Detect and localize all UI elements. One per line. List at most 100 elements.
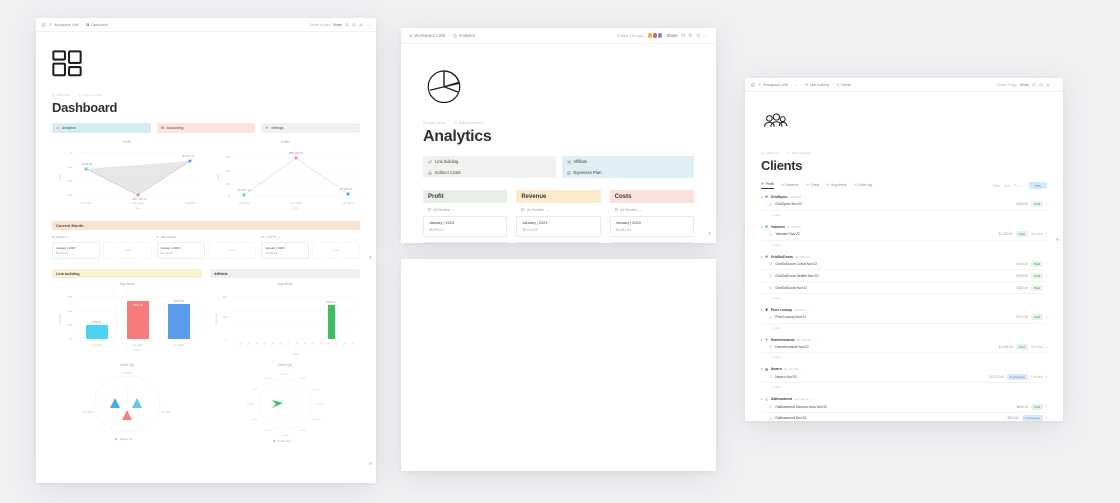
add-comment-button[interactable]: Add comment [454,120,483,125]
tab-revenue[interactable]: Revenue [780,183,799,189]
share-button[interactable]: Share [1020,83,1029,87]
add-comment-button[interactable]: Add comment [78,93,102,97]
link-link-building[interactable]: Link building [423,156,556,167]
breadcrumb-page[interactable]: Dashboard [86,23,108,27]
share-button[interactable]: Share [333,23,342,27]
link-affiliate[interactable]: Affiliate [561,156,694,167]
add-comment-button[interactable]: Add comment [787,151,811,155]
current-month-filter[interactable]: REVENUE ⌄ [156,235,256,239]
column-filter[interactable]: All Months ⌄ [516,203,600,216]
star-icon[interactable] [1046,82,1050,87]
chip-analytics[interactable]: Analytics [52,123,151,133]
add-row-button[interactable]: + New [761,353,1047,361]
column-filter[interactable]: All Months ⌄ [610,203,694,216]
scroll-indicator[interactable] [1056,238,1059,241]
breadcrumb-page[interactable]: Clients [836,83,851,87]
collaborator-avatars[interactable] [646,32,664,39]
table-card[interactable]: December | 2022 -$87,460.51 [423,242,508,243]
add-cover-button[interactable]: Add cover [52,93,70,97]
sidebar-toggle-icon[interactable] [751,82,755,87]
tab-order-qty[interactable]: Order qty [853,183,872,189]
table-card[interactable]: December | 2022 $1,730.21 [516,242,601,243]
avatar[interactable] [656,32,664,39]
share-button[interactable]: Share [666,33,677,38]
current-month-filter[interactable]: COSTS ⌄ [261,235,360,239]
table-row[interactable]: Gallivanbend Nov'22 $514.50 In progress … [761,413,1047,421]
breadcrumb-page[interactable]: Analytics [453,33,475,38]
add-row-button[interactable]: + New [761,294,1047,302]
chip-settings[interactable]: Settings [261,123,361,133]
row-name: GridSolDoors Nov'22 [775,285,807,290]
table-row[interactable]: Gallivanbend Gannon Auto Nov'22 $668.10 … [761,401,1047,414]
table-row[interactable]: GridSpero Nov'22 $400.00 Paid ! [761,199,1047,211]
scroll-indicator[interactable] [707,231,711,235]
current-month-grid: PROFIT ⌄ January | 2023 $5,873.11 + New [52,235,360,259]
tab-avg-check[interactable]: Avg check [826,183,847,189]
more-icon[interactable] [1021,184,1025,187]
x-tick: mar [255,341,260,346]
clock-icon[interactable] [352,22,356,27]
more-icon[interactable] [1053,83,1057,87]
comment-icon[interactable] [681,33,686,38]
sort-button[interactable]: Sort [1004,184,1010,188]
add-row-button[interactable]: + New [761,383,1047,391]
table-card[interactable]: January | 2023 $9,134.15 [516,216,601,237]
table-row[interactable]: GridSolDoors Nov'22 $380.00 Paid ! [761,282,1047,294]
add-row-button[interactable]: + New [761,241,1047,249]
table-card[interactable]: January | 2023 $3,261.04 [609,216,694,237]
chip-accounting[interactable]: Accounting [156,123,256,133]
comment-icon[interactable] [345,23,349,27]
current-month-add-card[interactable]: + New [207,242,256,259]
table-card[interactable]: December | 2022 $88,192.51 [609,242,694,243]
more-icon[interactable] [366,23,370,27]
current-month-card[interactable]: January | 2023 $3,261.04 [261,242,310,259]
clock-icon[interactable] [1039,82,1043,87]
more-icon[interactable] [703,33,708,38]
filter-button[interactable]: Filter [993,184,1000,188]
dashboard-window: Workspace LINK / Dashboard Edited 4h ago… [36,18,376,483]
column-filter[interactable]: All Months ⌄ [423,203,507,216]
add-cover-button[interactable]: Add cover [761,151,779,155]
add-label: + New [227,249,236,252]
search-icon[interactable] [1014,184,1017,187]
link-expenses-plan[interactable]: Expenses Plan [561,167,694,178]
add-row-button[interactable]: + New [761,324,1047,332]
table-row[interactable]: Yabosen Nov'22 $1,380.00 Paid Overdue ! [761,229,1047,241]
clock-icon[interactable] [688,33,693,38]
star-icon[interactable] [359,22,363,27]
scroll-indicator[interactable] [369,256,372,259]
breadcrumb-workspace[interactable]: Workspace LINK [758,83,788,87]
table-row[interactable]: GridSolDoors Seattle Nov'22 $300.00 Paid… [761,270,1047,283]
current-month-filter[interactable]: PROFIT ⌄ [52,235,151,239]
current-month-add-card[interactable]: + New [102,242,151,259]
table-row[interactable]: Nearro Nov'22 $1,371.00 In progress Over… [761,371,1047,384]
axis-label: jan 2023 [121,372,132,375]
add-cover-button[interactable]: Add cover [423,120,446,125]
add-row-button[interactable]: + New [761,211,1047,219]
scroll-indicator-bottom[interactable] [369,462,372,465]
row-name: Homeleonardo Nov'22 [775,345,809,350]
breadcrumb-workspace[interactable]: Workspace LINK [409,33,446,38]
tab-profit[interactable]: Profit [761,182,774,189]
table-row[interactable]: Pixel Lookup Nov'22 $172.00 Paid ! [761,312,1047,324]
link-indirect-costs[interactable]: Indirect Costs [423,167,556,178]
breadcrumb-ellipsis[interactable]: ... [795,83,798,87]
page-title: Dashboard [52,100,118,115]
y-tick: 25k [226,182,231,186]
tab-costs[interactable]: Costs [806,183,819,189]
breadcrumb-link-building[interactable]: Link building [805,83,829,87]
table-card[interactable]: January | 2023 $5,873.11 [423,216,508,237]
current-month-card[interactable]: January | 2023 $9,134.15 [156,242,205,259]
comment-icon[interactable] [1032,83,1036,87]
new-button[interactable]: New [1028,182,1047,189]
point-label: $2,287.10 [238,188,251,192]
star-icon[interactable] [695,33,701,38]
breadcrumb-workspace[interactable]: Workspace LINK [49,23,79,27]
table-row[interactable]: GridSolDoors Corral Nov'22 $400.00 Paid … [761,259,1047,271]
current-month-add-card[interactable]: + New [312,242,360,259]
table-row[interactable]: Homeleonardo Nov'22 $1,018.00 Paid Overd… [761,342,1047,354]
y-tick: 0 [229,194,231,198]
current-month-card[interactable]: January | 2023 $5,873.11 [52,242,100,259]
sidebar-toggle-icon[interactable] [42,22,46,27]
row-name: GridSpero Nov'22 [775,202,803,207]
